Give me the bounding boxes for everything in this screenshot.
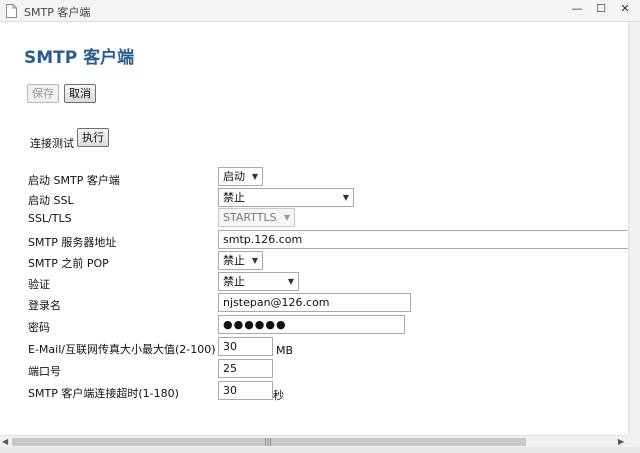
scrollbar-corner xyxy=(628,435,640,447)
maximize-button[interactable]: ☐ xyxy=(590,2,612,20)
page-content: SMTP 客户端 保存 取消 连接测试 执行 启动 SMTP 客户端 启动 ▼ … xyxy=(0,22,628,435)
auth-value: 禁止 xyxy=(223,275,245,288)
pop-before-smtp-select[interactable]: 禁止 ▼ xyxy=(218,251,263,270)
page-title: SMTP 客户端 xyxy=(24,48,135,68)
connection-test-label: 连接测试 xyxy=(30,137,74,150)
server-address-label: SMTP 服务器地址 xyxy=(28,236,117,249)
timeout-label: SMTP 客户端连接超时(1-180) xyxy=(28,387,179,400)
max-size-unit: MB xyxy=(276,344,294,357)
minimize-button[interactable]: — xyxy=(566,2,588,20)
close-button[interactable]: ✕ xyxy=(614,2,636,20)
run-test-button[interactable]: 执行 xyxy=(77,128,109,147)
chevron-down-icon: ▼ xyxy=(287,277,294,286)
login-name-input[interactable]: njstepan@126.com xyxy=(218,293,411,312)
password-label: 密码 xyxy=(28,321,50,334)
document-icon xyxy=(6,4,17,18)
chevron-down-icon: ▼ xyxy=(283,213,290,222)
port-label: 端口号 xyxy=(28,365,61,378)
port-input[interactable]: 25 xyxy=(218,359,273,378)
login-name-label: 登录名 xyxy=(28,299,61,312)
window-titlebar: SMTP 客户端 — ☐ ✕ xyxy=(0,0,640,22)
chevron-down-icon: ▼ xyxy=(251,172,258,181)
enable-smtp-value: 启动 xyxy=(223,170,245,183)
password-input[interactable]: ●●●●●● xyxy=(218,315,405,334)
chevron-down-icon: ▼ xyxy=(342,193,349,202)
ssl-tls-label: SSL/TLS xyxy=(28,212,72,225)
server-address-input[interactable]: smtp.126.com xyxy=(218,230,628,249)
enable-ssl-label: 启动 SSL xyxy=(28,194,74,207)
timeout-input[interactable]: 30 xyxy=(218,381,273,400)
chevron-down-icon: ▼ xyxy=(251,256,258,265)
auth-select[interactable]: 禁止 ▼ xyxy=(218,272,299,291)
pop-before-smtp-label: SMTP 之前 POP xyxy=(28,257,109,270)
window-title: SMTP 客户端 xyxy=(24,6,91,19)
ssl-tls-value: STARTTLS xyxy=(223,211,277,224)
window-bottom-edge xyxy=(0,447,640,453)
enable-smtp-label: 启动 SMTP 客户端 xyxy=(28,174,120,187)
enable-smtp-select[interactable]: 启动 ▼ xyxy=(218,167,263,186)
pop-before-smtp-value: 禁止 xyxy=(223,254,245,267)
auth-label: 验证 xyxy=(28,278,50,291)
ssl-tls-select[interactable]: STARTTLS ▼ xyxy=(218,208,295,227)
timeout-unit: 秒 xyxy=(273,389,284,402)
max-size-input[interactable]: 30 xyxy=(218,337,273,356)
max-size-label: E-Mail/互联网传真大小最大值(2-100) xyxy=(28,343,216,356)
vertical-scrollbar[interactable] xyxy=(628,22,640,435)
enable-ssl-value: 禁止 xyxy=(223,191,245,204)
save-button[interactable]: 保存 xyxy=(27,84,59,103)
cancel-button[interactable]: 取消 xyxy=(64,84,96,103)
horizontal-scrollbar[interactable]: ◀ ||| ▶ xyxy=(0,435,628,447)
enable-ssl-select[interactable]: 禁止 ▼ xyxy=(218,188,354,207)
